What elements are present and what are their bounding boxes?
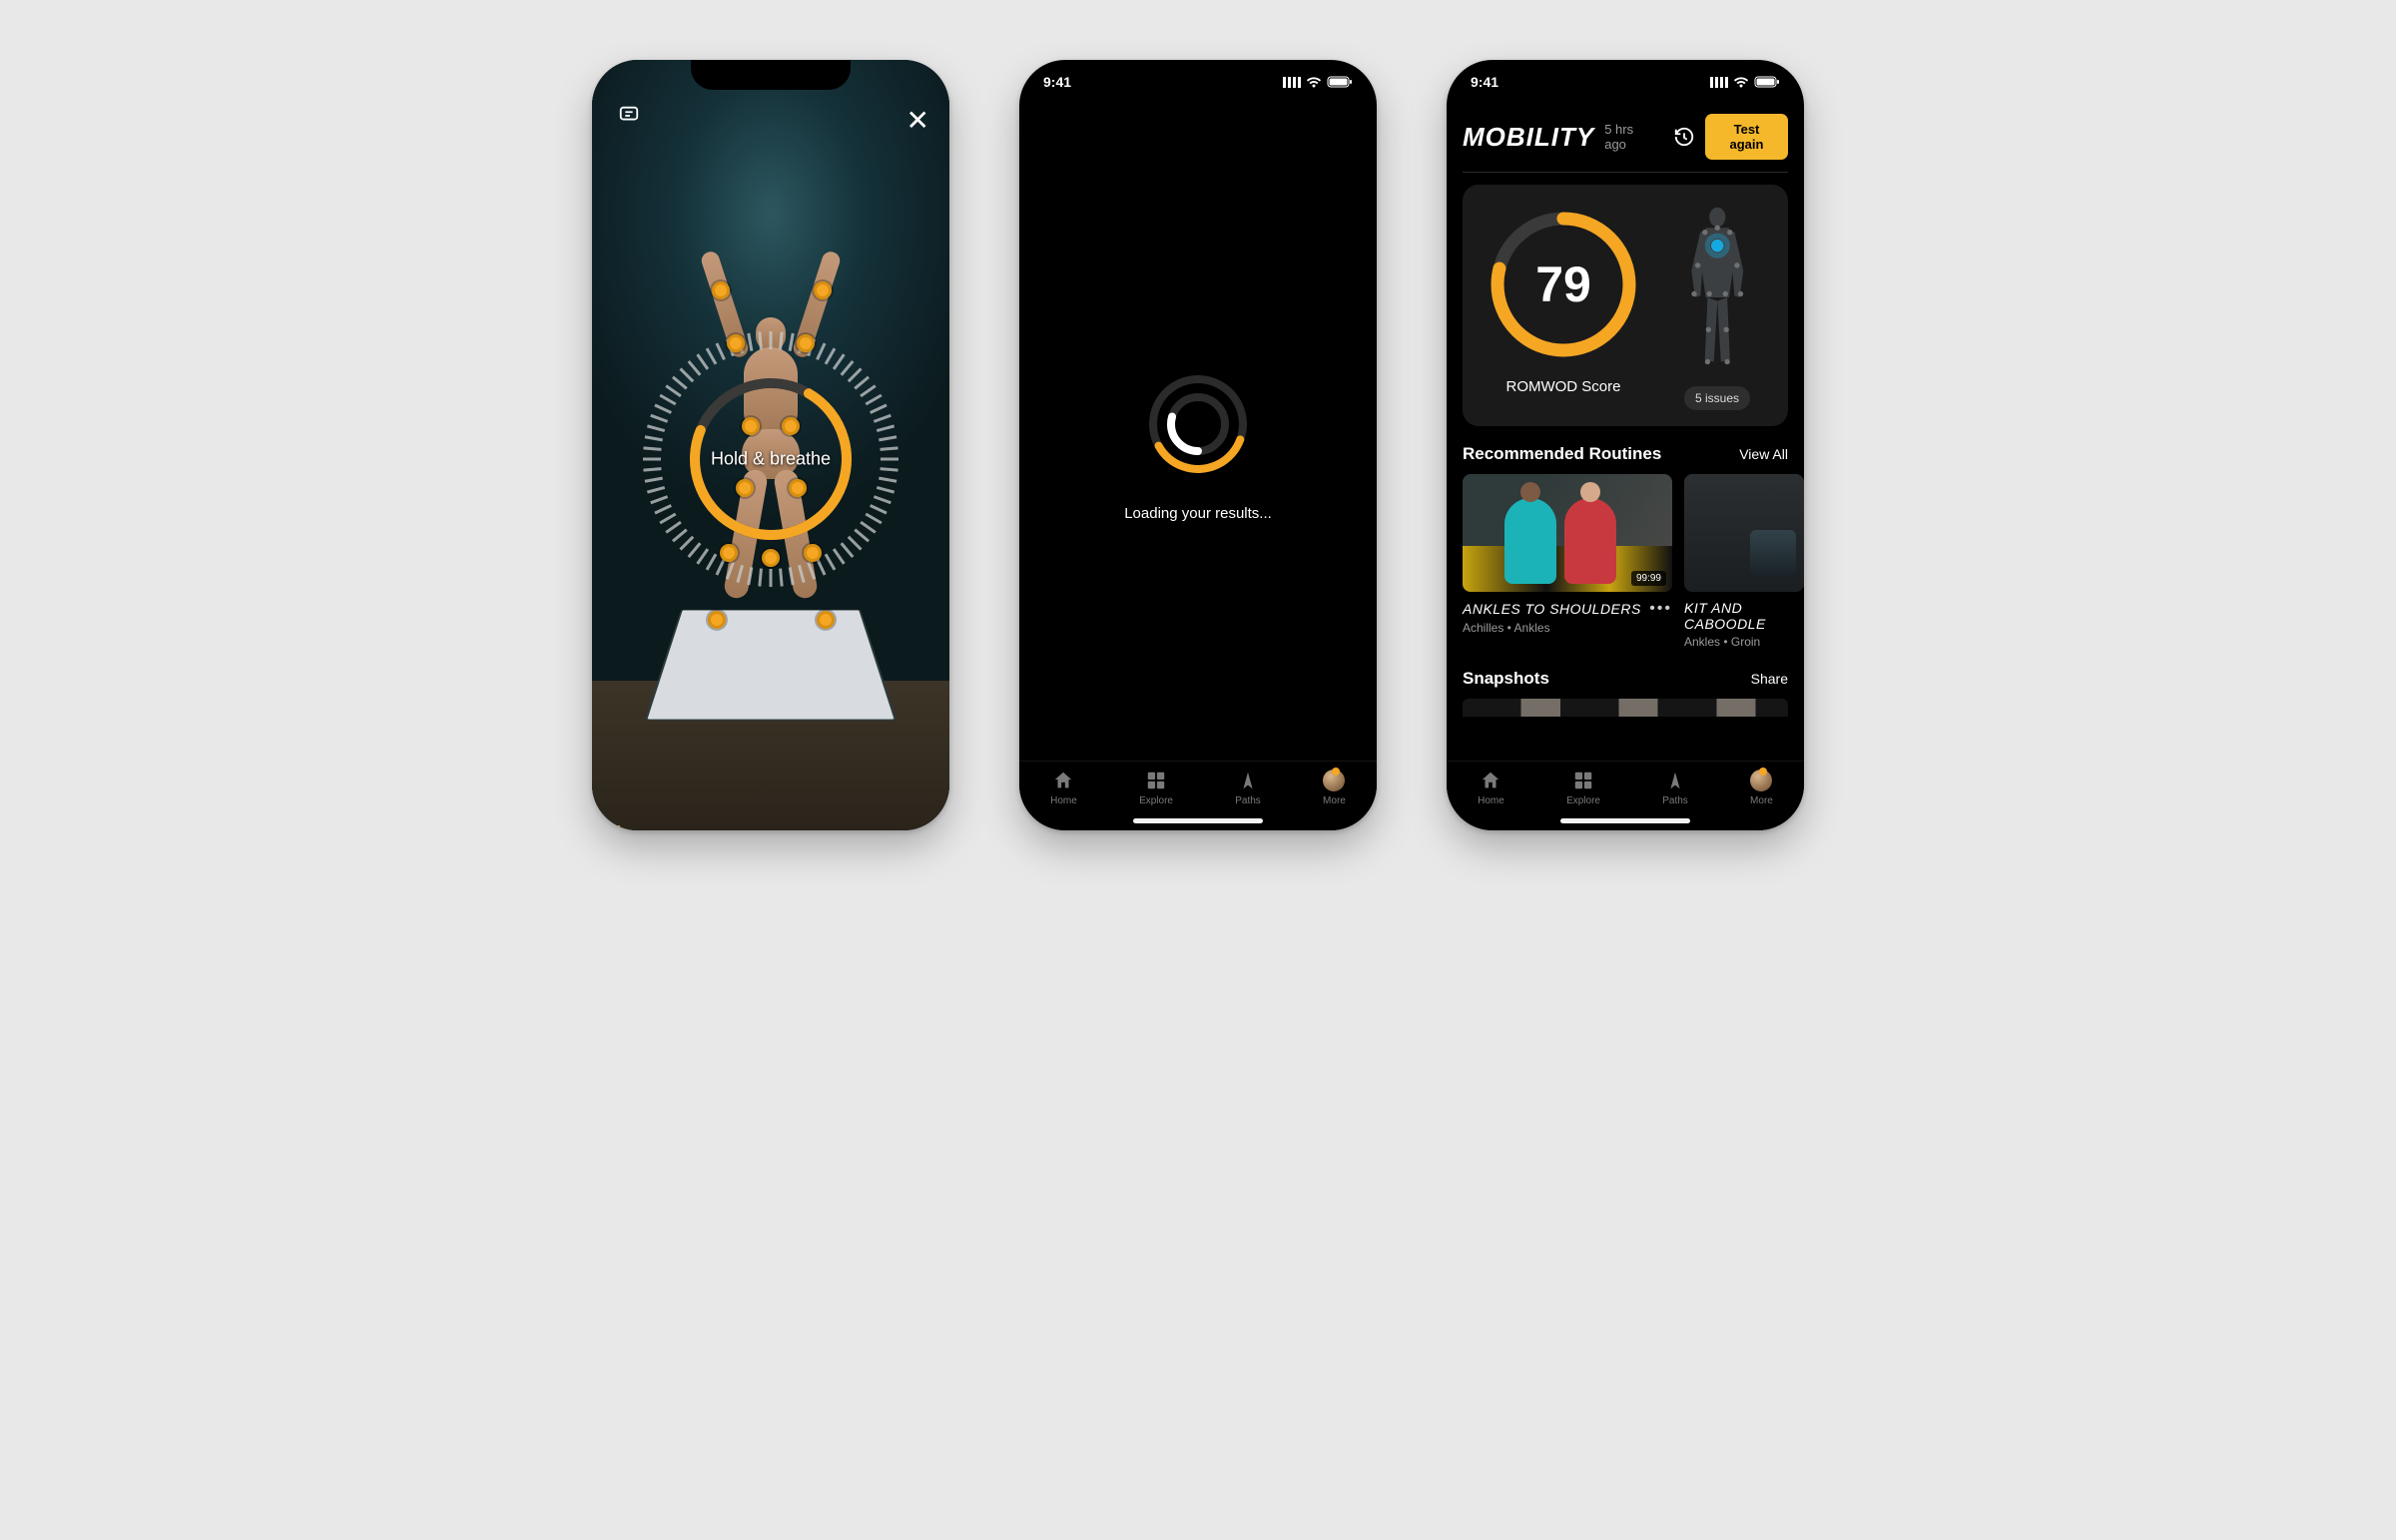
routine-title: ANKLES TO SHOULDERS <box>1463 601 1641 617</box>
routine-thumbnail: 99:99 <box>1463 474 1672 592</box>
pose-dot <box>804 544 822 562</box>
wifi-icon <box>1733 76 1749 88</box>
pose-dot <box>782 417 800 435</box>
home-indicator <box>1133 818 1263 823</box>
body-diagram[interactable] <box>1677 205 1758 374</box>
tab-label: More <box>1323 795 1346 806</box>
tab-label: Home <box>1050 795 1077 806</box>
test-again-button[interactable]: Test again <box>1705 114 1788 160</box>
pose-dot <box>762 549 780 567</box>
mobility-header: MOBILITY 5 hrs ago Test again <box>1447 108 1804 172</box>
notch <box>1118 60 1278 90</box>
status-time: 9:41 <box>1043 74 1071 90</box>
pose-dot <box>708 611 726 629</box>
phone-mobility-results: 9:41 MOBILITY 5 hrs ago Test again <box>1447 60 1804 830</box>
phone-camera-assessment: Hold & breathe ✕ <box>592 60 949 830</box>
pose-dot <box>814 281 832 299</box>
tab-label: Paths <box>1662 795 1688 806</box>
notch <box>691 60 851 90</box>
pose-dot <box>712 281 730 299</box>
tab-label: Home <box>1478 795 1504 806</box>
wifi-icon <box>1306 76 1322 88</box>
pose-dot <box>720 544 738 562</box>
tab-label: Explore <box>1566 795 1600 806</box>
score-label: ROMWOD Score <box>1505 378 1620 395</box>
loading-text: Loading your results... <box>1124 505 1272 522</box>
score-value: 79 <box>1484 205 1643 364</box>
pose-dot <box>736 479 754 497</box>
tab-home[interactable]: Home <box>1050 770 1077 806</box>
share-link[interactable]: Share <box>1751 671 1788 687</box>
tab-paths[interactable]: Paths <box>1235 770 1261 806</box>
notch <box>1545 60 1705 90</box>
recommended-header: Recommended Routines View All <box>1447 444 1804 474</box>
section-title: Snapshots <box>1463 669 1549 689</box>
battery-icon <box>1327 76 1353 88</box>
camera-background: Hold & breathe <box>592 60 949 830</box>
snapshots-strip[interactable] <box>1463 699 1788 717</box>
battery-icon <box>1754 76 1780 88</box>
tab-label: More <box>1750 795 1773 806</box>
status-time: 9:41 <box>1471 74 1498 90</box>
progress-bar <box>592 825 620 830</box>
page-title: MOBILITY <box>1463 122 1594 153</box>
divider <box>1463 172 1788 173</box>
tab-label: Explore <box>1139 795 1173 806</box>
notification-dot <box>1759 768 1767 775</box>
view-all-link[interactable]: View All <box>1739 446 1788 462</box>
notification-dot <box>1332 768 1340 775</box>
routine-thumbnail <box>1684 474 1804 592</box>
tab-more[interactable]: More <box>1323 770 1346 806</box>
snapshots-header: Snapshots Share <box>1447 669 1804 699</box>
tab-home[interactable]: Home <box>1478 770 1504 806</box>
timestamp: 5 hrs ago <box>1604 122 1653 152</box>
duration-badge: 99:99 <box>1631 571 1666 586</box>
tab-label: Paths <box>1235 795 1261 806</box>
history-icon[interactable] <box>1673 126 1695 148</box>
pose-dot <box>727 334 745 352</box>
section-title: Recommended Routines <box>1463 444 1661 464</box>
issues-badge[interactable]: 5 issues <box>1684 386 1750 410</box>
tab-explore[interactable]: Explore <box>1139 770 1173 806</box>
exercise-mat <box>645 610 898 721</box>
signal-icon <box>1283 77 1301 88</box>
close-icon[interactable]: ✕ <box>906 104 929 137</box>
score-card: 79 ROMWOD Score <box>1463 185 1788 426</box>
routine-card[interactable]: KIT AND CABOODLE Ankles • Groin <box>1684 474 1804 649</box>
kebab-icon[interactable]: ••• <box>1649 600 1672 618</box>
pose-dot <box>817 611 835 629</box>
pose-dot <box>742 417 760 435</box>
chat-icon[interactable] <box>618 104 640 131</box>
phone-loading: 9:41 Loading your results... Home Explor… <box>1019 60 1377 830</box>
loading-spinner <box>1143 369 1253 479</box>
signal-icon <box>1710 77 1728 88</box>
home-indicator <box>1560 818 1690 823</box>
routine-scroller[interactable]: 99:99 ANKLES TO SHOULDERS ••• Achilles •… <box>1447 474 1804 649</box>
instruction-text: Hold & breathe <box>711 449 831 470</box>
tab-paths[interactable]: Paths <box>1662 770 1688 806</box>
pose-dot <box>797 334 815 352</box>
routine-title: KIT AND CABOODLE <box>1684 600 1804 632</box>
routine-tags: Achilles • Ankles <box>1463 621 1672 635</box>
routine-card[interactable]: 99:99 ANKLES TO SHOULDERS ••• Achilles •… <box>1463 474 1672 649</box>
tab-more[interactable]: More <box>1750 770 1773 806</box>
pose-dot <box>789 479 807 497</box>
score-ring: 79 <box>1484 205 1643 364</box>
tab-explore[interactable]: Explore <box>1566 770 1600 806</box>
routine-tags: Ankles • Groin <box>1684 635 1804 649</box>
